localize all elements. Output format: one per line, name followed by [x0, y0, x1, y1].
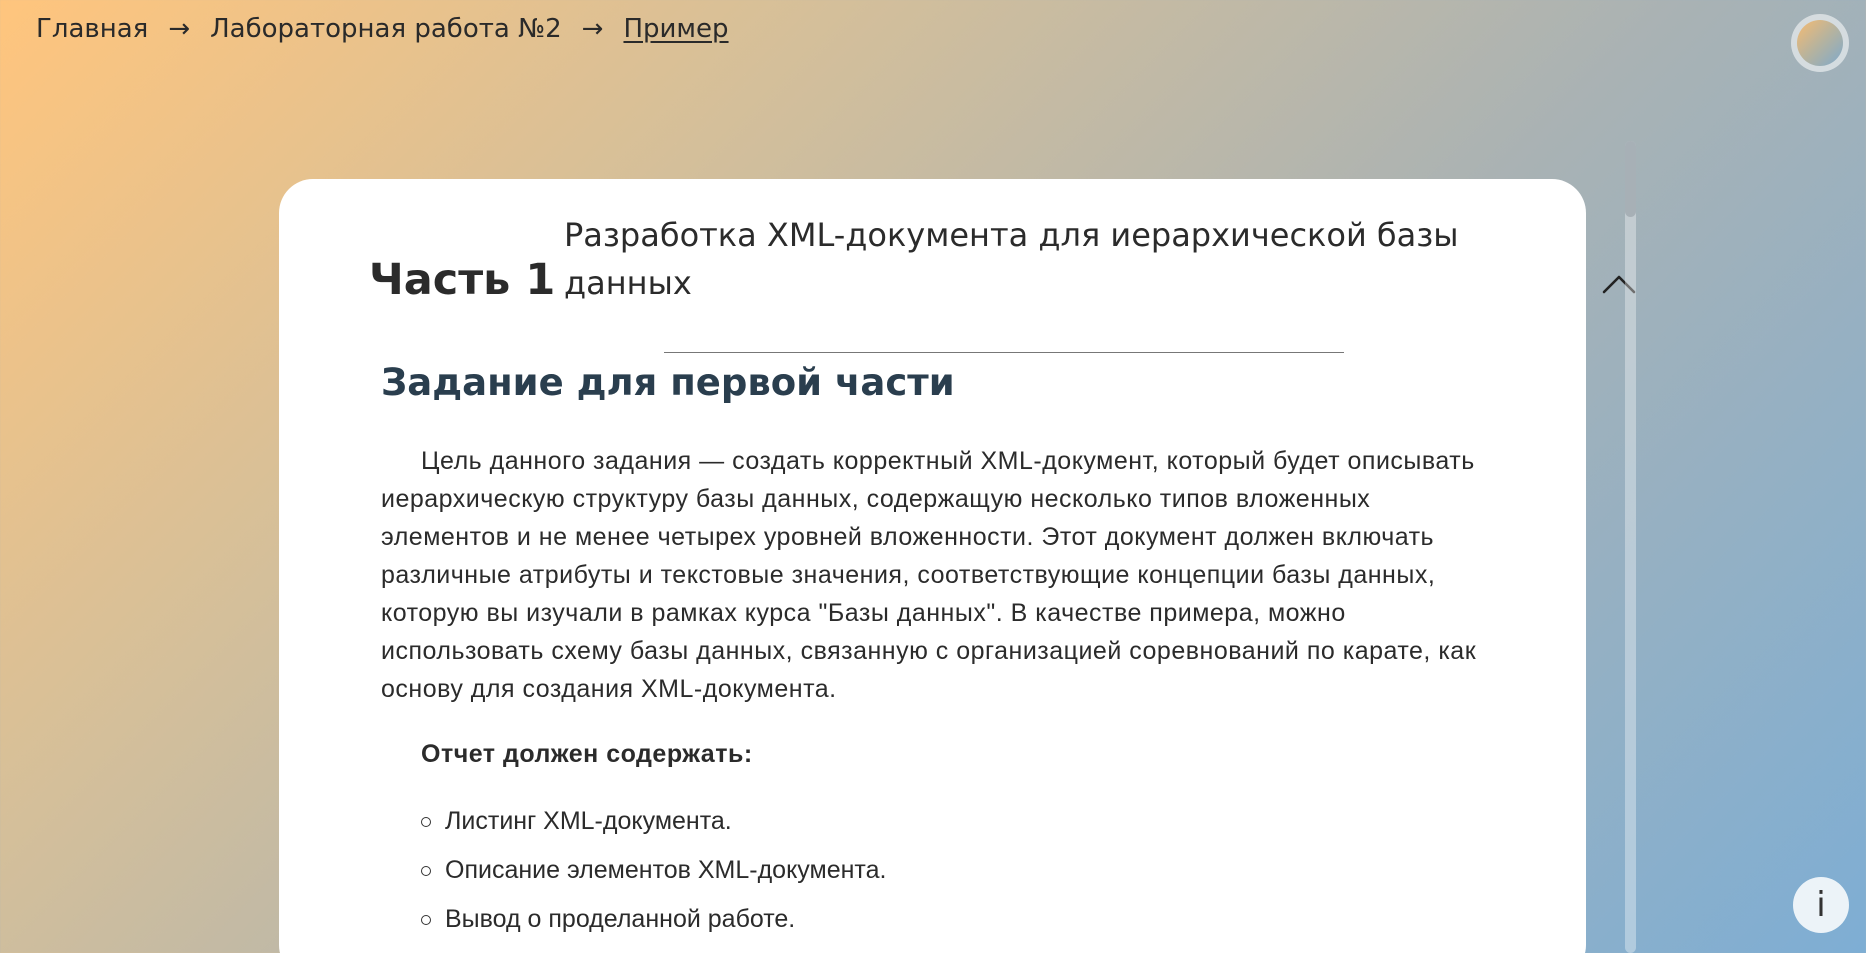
list-item-text: Вывод о проделанной работе. [445, 905, 796, 933]
list-item: Листинг XML-документа. [421, 797, 886, 846]
report-requirements-list: Листинг XML-документа. Описание элементо… [421, 797, 886, 944]
info-icon: i [1816, 885, 1826, 925]
breadcrumb-separator: → [581, 14, 604, 44]
part-divider [664, 352, 1344, 353]
list-item: Вывод о проделанной работе. [421, 895, 886, 944]
scrollbar-thumb[interactable] [1625, 141, 1636, 217]
part-number-label: Часть 1 [369, 255, 556, 305]
info-button[interactable]: i [1793, 877, 1849, 933]
breadcrumb: Главная → Лабораторная работа №2 → Приме… [36, 14, 729, 44]
circle-bullet-icon [421, 914, 431, 925]
list-item-text: Листинг XML-документа. [445, 807, 732, 835]
content-card: Часть 1 Разработка XML-документа для иер… [279, 179, 1636, 953]
task-description: Цель данного задания — создать корректны… [381, 447, 1477, 703]
breadcrumb-home-link[interactable]: Главная [36, 14, 148, 44]
theme-toggle-icon [1797, 20, 1843, 66]
list-item: Описание элементов XML-документа. [421, 846, 886, 895]
circle-bullet-icon [421, 816, 431, 827]
breadcrumb-lab2-link[interactable]: Лабораторная работа №2 [210, 14, 562, 44]
part-title: Разработка XML-документа для иерархическ… [564, 216, 1459, 302]
breadcrumb-current-page[interactable]: Пример [623, 14, 728, 44]
list-item-text: Описание элементов XML-документа. [445, 856, 887, 884]
theme-toggle-button[interactable] [1791, 14, 1849, 72]
task-heading: Задание для первой части [381, 361, 955, 404]
breadcrumb-separator: → [168, 14, 191, 44]
scrollbar-track[interactable] [1625, 141, 1636, 953]
report-heading: Отчет должен содержать: [421, 740, 753, 768]
circle-bullet-icon [421, 865, 431, 876]
